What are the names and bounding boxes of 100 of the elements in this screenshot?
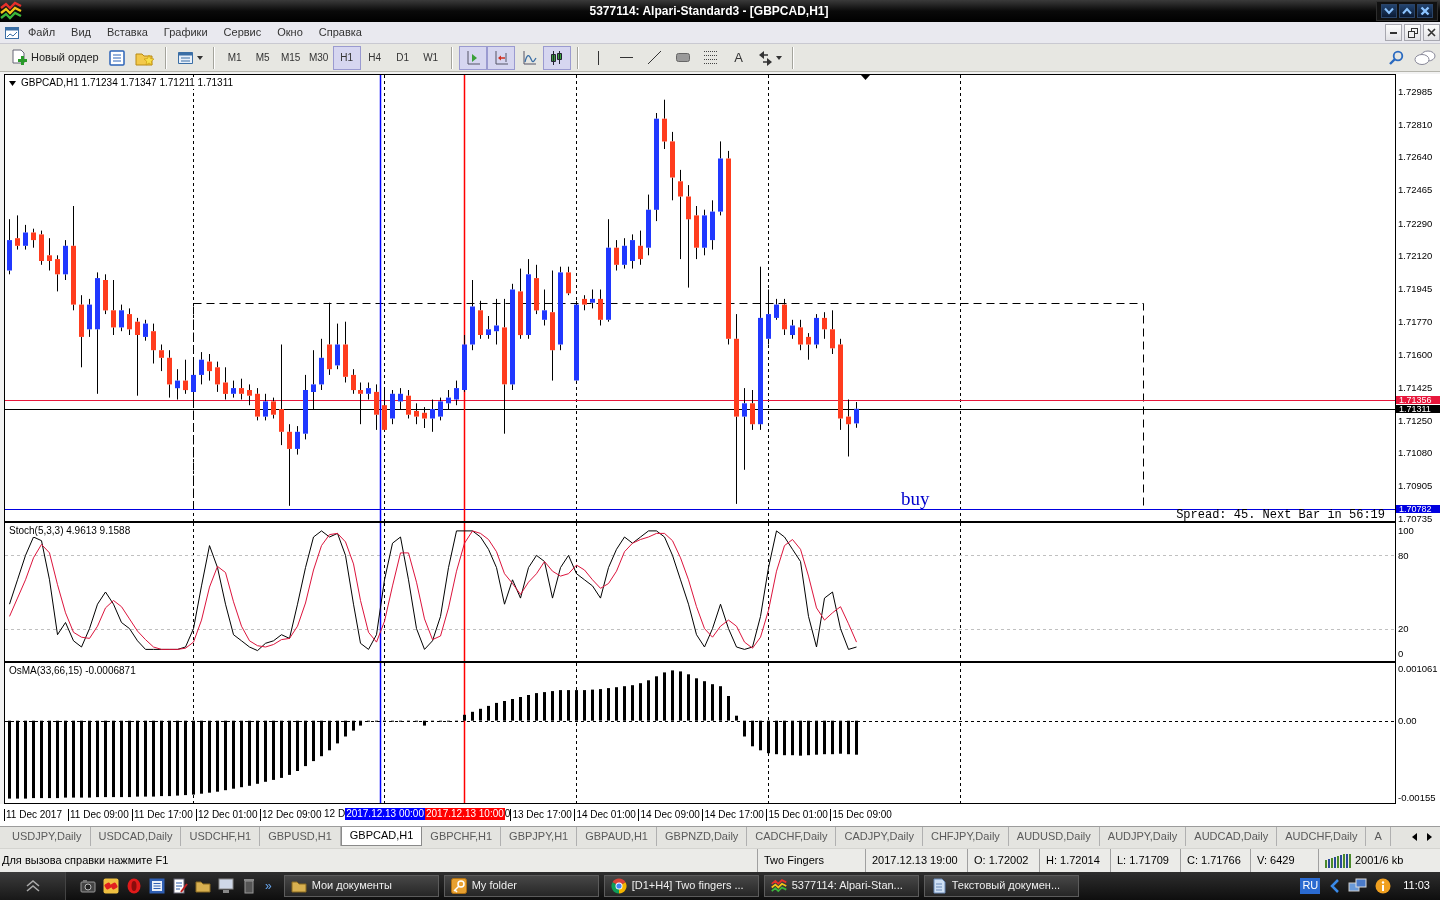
- bar: [336, 720, 339, 744]
- axis-label: 1.72120: [1398, 250, 1433, 260]
- bar: [599, 689, 602, 721]
- network-computers-icon[interactable]: [1348, 878, 1368, 894]
- oval-icon[interactable]: [126, 878, 142, 894]
- bar: [128, 720, 131, 798]
- chart-tab[interactable]: A: [1366, 827, 1391, 846]
- triangle-down-icon[interactable]: [9, 80, 16, 86]
- document-pen-icon[interactable]: [172, 878, 188, 894]
- candlestick: [486, 315, 491, 340]
- timeframe-button[interactable]: H4: [360, 45, 389, 70]
- timeframe-button[interactable]: M15: [276, 45, 305, 70]
- axis-label: 1.72810: [1398, 119, 1433, 129]
- bar: [72, 720, 75, 798]
- chart-tab[interactable]: GBPJPY,H1: [501, 827, 578, 846]
- taskbar-button[interactable]: Текстовый докумен...: [923, 875, 1079, 897]
- notepad-icon: [930, 878, 947, 894]
- candlestick: [518, 268, 523, 340]
- candlestick: [718, 140, 723, 216]
- candlestick: [782, 298, 787, 336]
- time-label: 11 Dec 2017: [4, 809, 62, 821]
- camera-icon[interactable]: [80, 878, 96, 894]
- time-label: 14 Dec 09:00: [638, 809, 700, 821]
- chart-tab[interactable]: GBPCHF,H1: [422, 827, 502, 846]
- chart-tab[interactable]: GBPAUD,H1: [577, 827, 657, 846]
- menu-item[interactable]: Вид: [63, 25, 99, 40]
- bar: [280, 720, 283, 778]
- chart-tab[interactable]: USDCHF,H1: [181, 827, 261, 846]
- document-tile-icon[interactable]: [149, 878, 165, 894]
- chart-title: Stoch(5,3,3) 4.9613 9.1588: [9, 525, 131, 537]
- candlestick: [454, 380, 459, 406]
- timeframe-button[interactable]: M5: [248, 45, 277, 70]
- chart-tab[interactable]: CADJPY,Daily: [836, 827, 923, 846]
- search-icon: [1388, 49, 1404, 66]
- chart-mode-button[interactable]: [542, 45, 571, 70]
- chart-tab[interactable]: AUDUSD,Daily: [1008, 827, 1100, 846]
- chart-tab[interactable]: GBPCAD,H1: [340, 827, 423, 846]
- chart-tab[interactable]: USDJPY,Daily: [4, 827, 91, 846]
- start-button[interactable]: [0, 872, 66, 900]
- chevron-left-icon[interactable]: [1328, 878, 1341, 894]
- menu-item[interactable]: Графики: [155, 25, 216, 40]
- info-icon[interactable]: [1375, 878, 1392, 894]
- chart-tab[interactable]: GBPUSD,H1: [260, 827, 341, 846]
- taskbar-button[interactable]: [D1+H4] Two fingers ...: [603, 875, 759, 897]
- taskbar-button[interactable]: My folder: [443, 875, 599, 897]
- taskbar-button[interactable]: Мои документы: [283, 875, 439, 897]
- restore-button[interactable]: [1404, 24, 1421, 41]
- candlestick: [790, 319, 795, 340]
- menu-item[interactable]: Сервис: [215, 25, 270, 40]
- chart-window-icon[interactable]: [4, 24, 20, 41]
- candlestick: [71, 205, 76, 311]
- document-plus-icon: [10, 48, 28, 67]
- chart-title: GBPCAD,H1 1.71234 1.71347 1.71211 1.71311: [21, 77, 233, 89]
- timeframe-button[interactable]: W1: [416, 45, 445, 70]
- triangle-marker-icon[interactable]: [861, 75, 870, 80]
- bin-icon[interactable]: [241, 878, 257, 894]
- bar: [799, 720, 802, 756]
- minimize-button[interactable]: [1381, 4, 1397, 18]
- bar: [232, 720, 235, 789]
- triangle-right-icon[interactable]: [1427, 832, 1432, 841]
- menu-item[interactable]: Файл: [20, 25, 64, 40]
- timeframe-button[interactable]: M30: [304, 45, 333, 70]
- squares-tile-icon[interactable]: [103, 878, 119, 894]
- chart-tab[interactable]: AUDCHF,Daily: [1277, 827, 1367, 846]
- triangle-left-icon[interactable]: [1412, 832, 1417, 841]
- menu-item[interactable]: Вставка: [98, 25, 156, 40]
- timeframe-button[interactable]: M1: [220, 45, 249, 70]
- spread-text: Spread: 45. Next Bar in 56:19: [1176, 510, 1385, 521]
- minimize-button[interactable]: [1385, 24, 1402, 41]
- candlestick: [614, 239, 619, 271]
- menu-item[interactable]: Окно: [269, 25, 311, 40]
- text-tool-button[interactable]: A: [724, 45, 753, 70]
- chart-tab[interactable]: GBPNZD,Daily: [657, 827, 748, 846]
- maximize-button[interactable]: [1399, 4, 1415, 18]
- close-button[interactable]: [1423, 24, 1440, 41]
- timeframe-button[interactable]: H1: [332, 45, 361, 70]
- bar: [615, 687, 618, 721]
- more-button[interactable]: »: [263, 878, 274, 894]
- chart-tab[interactable]: USDCAD,Daily: [90, 827, 182, 846]
- bar: [543, 692, 546, 721]
- bar: [783, 720, 786, 756]
- close-button[interactable]: [1417, 4, 1433, 18]
- timeframe-button[interactable]: D1: [388, 45, 417, 70]
- new-order-button[interactable]: Новый ордер: [6, 45, 103, 70]
- candlestick: [191, 364, 196, 402]
- bar: [248, 720, 251, 786]
- menu-item[interactable]: Справка: [310, 25, 370, 40]
- time-label: 11 Dec 09:00: [68, 809, 129, 821]
- vertical-line-icon: [598, 50, 600, 65]
- bar: [703, 681, 706, 721]
- language-indicator[interactable]: RU: [1300, 878, 1321, 894]
- chart-tab[interactable]: AUDJPY,Daily: [1099, 827, 1187, 846]
- chart-tab[interactable]: CADCHF,Daily: [747, 827, 837, 846]
- time-label: 12 Dec 01:00: [196, 809, 258, 821]
- chart-tab[interactable]: CHFJPY,Daily: [922, 827, 1009, 846]
- bar: [320, 720, 323, 757]
- folder-icon[interactable]: [195, 878, 211, 894]
- monitor-icon[interactable]: [218, 878, 234, 894]
- chart-tab[interactable]: AUDCAD,Daily: [1186, 827, 1278, 846]
- taskbar-button[interactable]: 5377114: Alpari-Stan...: [763, 875, 919, 897]
